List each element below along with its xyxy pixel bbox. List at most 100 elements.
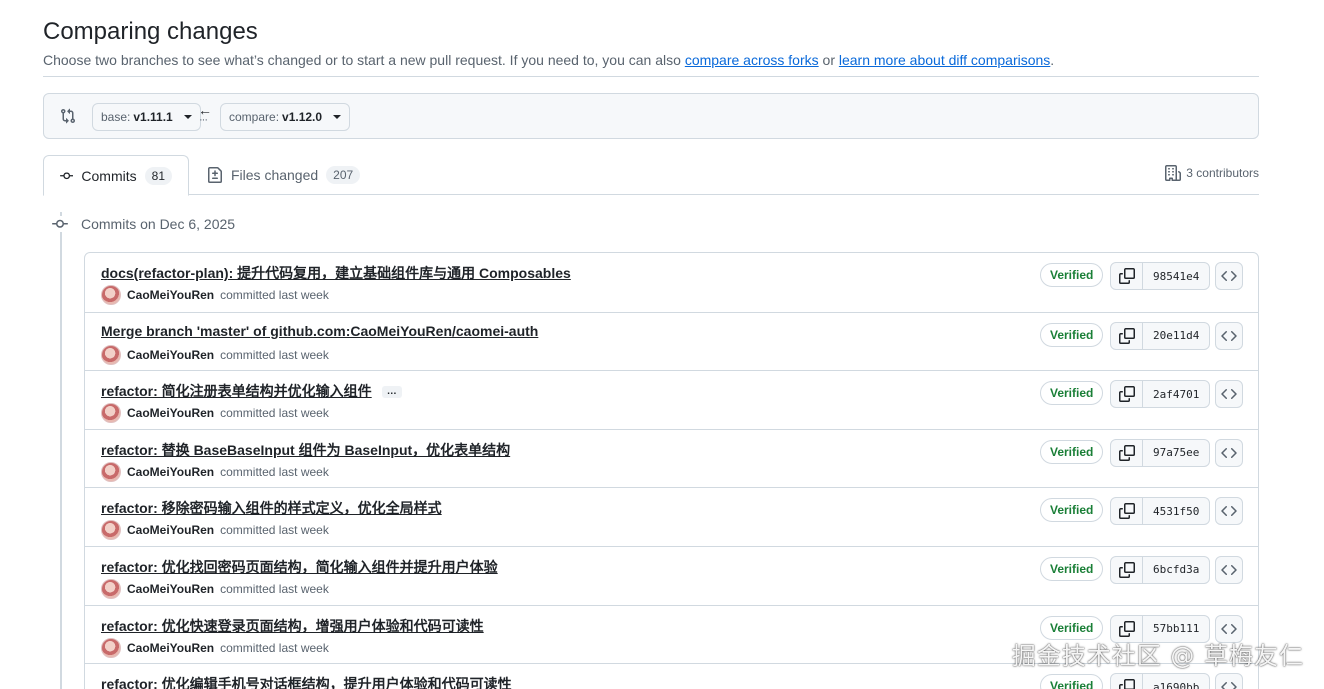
range-dots: ··· xyxy=(199,114,208,126)
page-subtitle: Choose two branches to see what’s change… xyxy=(43,50,1259,70)
browse-repo-button[interactable] xyxy=(1215,262,1243,290)
commit-time: committed last week xyxy=(220,406,329,421)
organization-icon xyxy=(1165,165,1182,181)
copy-icon xyxy=(1118,503,1135,520)
commit-time: committed last week xyxy=(220,581,329,596)
commit-sha-link[interactable]: 97a75ee xyxy=(1143,440,1209,466)
commit-row: refactor: 简化注册表单结构并优化输入组件 … CaoMeiYouRen … xyxy=(85,370,1258,429)
base-branch-select[interactable]: base: v1.11.1 xyxy=(92,103,201,131)
commit-message-link[interactable]: refactor: 优化编辑手机号对话框结构，提升用户体验和代码可读性 xyxy=(101,674,512,689)
compare-across-forks-link[interactable]: compare across forks xyxy=(685,52,819,68)
verified-badge[interactable]: Verified xyxy=(1040,498,1104,523)
git-commit-icon xyxy=(52,219,68,228)
commit-sha-link[interactable]: 98541e4 xyxy=(1143,263,1209,289)
avatar[interactable] xyxy=(101,637,121,658)
git-commit-icon xyxy=(60,171,74,179)
avatar[interactable] xyxy=(101,461,121,482)
commit-sha-link[interactable]: 6bcfd3a xyxy=(1143,557,1209,583)
commit-sha-group: 4531f50 xyxy=(1110,497,1211,526)
copy-icon xyxy=(1118,444,1135,461)
header-divider xyxy=(43,76,1259,77)
copy-sha-button[interactable] xyxy=(1111,498,1143,525)
commit-author-link[interactable]: CaoMeiYouRen xyxy=(127,641,214,655)
commit-time: committed last week xyxy=(220,464,329,479)
commit-author-link[interactable]: CaoMeiYouRen xyxy=(127,348,214,362)
commit-message-link[interactable]: refactor: 简化注册表单结构并优化输入组件 xyxy=(101,383,372,399)
code-icon xyxy=(1221,389,1237,400)
copy-sha-button[interactable] xyxy=(1111,556,1143,583)
commit-message-link[interactable]: Merge branch 'master' of github.com:CaoM… xyxy=(101,323,538,339)
commit-sha-group: 98541e4 xyxy=(1110,262,1211,290)
page-title: Comparing changes xyxy=(43,18,258,45)
commit-meta: CaoMeiYouRen committed last week xyxy=(101,403,329,424)
commit-time: committed last week xyxy=(220,288,329,302)
verified-badge[interactable]: Verified xyxy=(1040,263,1104,287)
copy-icon xyxy=(1118,679,1135,689)
avatar[interactable] xyxy=(101,578,121,599)
copy-sha-button[interactable] xyxy=(1111,263,1143,289)
verified-badge[interactable]: Verified xyxy=(1040,674,1104,689)
copy-sha-button[interactable] xyxy=(1111,381,1143,408)
watermark: 掘金技术社区 @ 草梅友仁 xyxy=(1011,642,1304,670)
commit-message-link[interactable]: refactor: 优化找回密码页面结构，简化输入组件并提升用户体验 xyxy=(101,557,498,577)
commit-sha-link[interactable]: a1690bb xyxy=(1143,674,1209,689)
commit-message-link[interactable]: docs(refactor-plan): 提升代码复用，建立基础组件库与通用 C… xyxy=(101,263,571,283)
browse-repo-button[interactable] xyxy=(1215,438,1243,467)
commit-author-link[interactable]: CaoMeiYouRen xyxy=(127,465,214,479)
code-icon xyxy=(1221,330,1237,341)
compare-branch-select[interactable]: compare: v1.12.0 xyxy=(220,103,351,131)
contributors-link[interactable]: 3 contributors xyxy=(1165,165,1259,181)
commit-sha-group: 2af4701 xyxy=(1110,380,1211,409)
copy-icon xyxy=(1118,268,1135,284)
verified-badge[interactable]: Verified xyxy=(1040,556,1104,581)
verified-badge[interactable]: Verified xyxy=(1040,439,1104,464)
commit-message-link[interactable]: refactor: 优化快速登录页面结构，增强用户体验和代码可读性 xyxy=(101,616,484,636)
base-value: v1.11.1 xyxy=(133,110,173,124)
base-label: base: xyxy=(101,110,131,124)
avatar[interactable] xyxy=(101,344,121,365)
browse-repo-button[interactable] xyxy=(1215,321,1243,350)
browse-repo-button[interactable] xyxy=(1215,380,1243,409)
commit-sha-group: a1690bb xyxy=(1110,673,1211,689)
commit-sha-link[interactable]: 4531f50 xyxy=(1143,498,1209,524)
commit-sha-link[interactable]: 2af4701 xyxy=(1143,381,1209,407)
verified-badge[interactable]: Verified xyxy=(1040,381,1104,406)
commit-row: docs(refactor-plan): 提升代码复用，建立基础组件库与通用 C… xyxy=(85,253,1258,312)
browse-repo-button[interactable] xyxy=(1215,673,1243,689)
commit-author-link[interactable]: CaoMeiYouRen xyxy=(127,523,214,537)
commit-row: refactor: 优化找回密码页面结构，简化输入组件并提升用户体验 CaoMe… xyxy=(85,545,1258,605)
commit-message-link[interactable]: refactor: 替换 BaseBaseInput 组件为 BaseInput… xyxy=(101,440,510,460)
commit-row: refactor: 替换 BaseBaseInput 组件为 BaseInput… xyxy=(85,428,1258,488)
copy-icon xyxy=(1118,327,1135,344)
tab-commits[interactable]: Commits 81 xyxy=(43,155,189,196)
commit-author-link[interactable]: CaoMeiYouRen xyxy=(127,288,214,302)
commit-sha-link[interactable]: 20e11d4 xyxy=(1143,323,1209,349)
avatar[interactable] xyxy=(101,285,121,305)
browse-repo-button[interactable] xyxy=(1215,555,1243,584)
commit-meta: CaoMeiYouRen committed last week xyxy=(101,461,329,482)
contributors-label: 3 contributors xyxy=(1186,166,1259,180)
copy-sha-button[interactable] xyxy=(1111,322,1143,349)
commit-meta: CaoMeiYouRen committed last week xyxy=(101,285,329,305)
commit-author-link[interactable]: CaoMeiYouRen xyxy=(127,582,214,596)
expand-message-button[interactable]: … xyxy=(381,385,402,398)
learn-more-link[interactable]: learn more about diff comparisons xyxy=(839,52,1050,68)
code-icon xyxy=(1221,506,1237,517)
tab-files-changed[interactable]: Files changed 207 xyxy=(191,155,376,195)
timeline-line xyxy=(60,212,62,689)
tab-files-changed-label: Files changed xyxy=(231,167,319,183)
copy-sha-button[interactable] xyxy=(1111,674,1143,689)
commit-author-link[interactable]: CaoMeiYouRen xyxy=(127,406,214,420)
commit-meta: CaoMeiYouRen committed last week xyxy=(101,578,329,599)
avatar[interactable] xyxy=(101,403,121,424)
avatar[interactable] xyxy=(101,520,121,541)
copy-sha-button[interactable] xyxy=(1111,439,1143,466)
verified-badge[interactable]: Verified xyxy=(1040,322,1104,347)
commit-sha-group: 97a75ee xyxy=(1110,438,1211,467)
commit-time: committed last week xyxy=(220,347,329,362)
commit-message-link[interactable]: refactor: 移除密码输入组件的样式定义，优化全局样式 xyxy=(101,498,442,518)
commit-meta: CaoMeiYouRen committed last week xyxy=(101,637,329,658)
browse-repo-button[interactable] xyxy=(1215,497,1243,526)
subtitle-or: or xyxy=(818,52,839,68)
code-icon xyxy=(1221,447,1237,458)
